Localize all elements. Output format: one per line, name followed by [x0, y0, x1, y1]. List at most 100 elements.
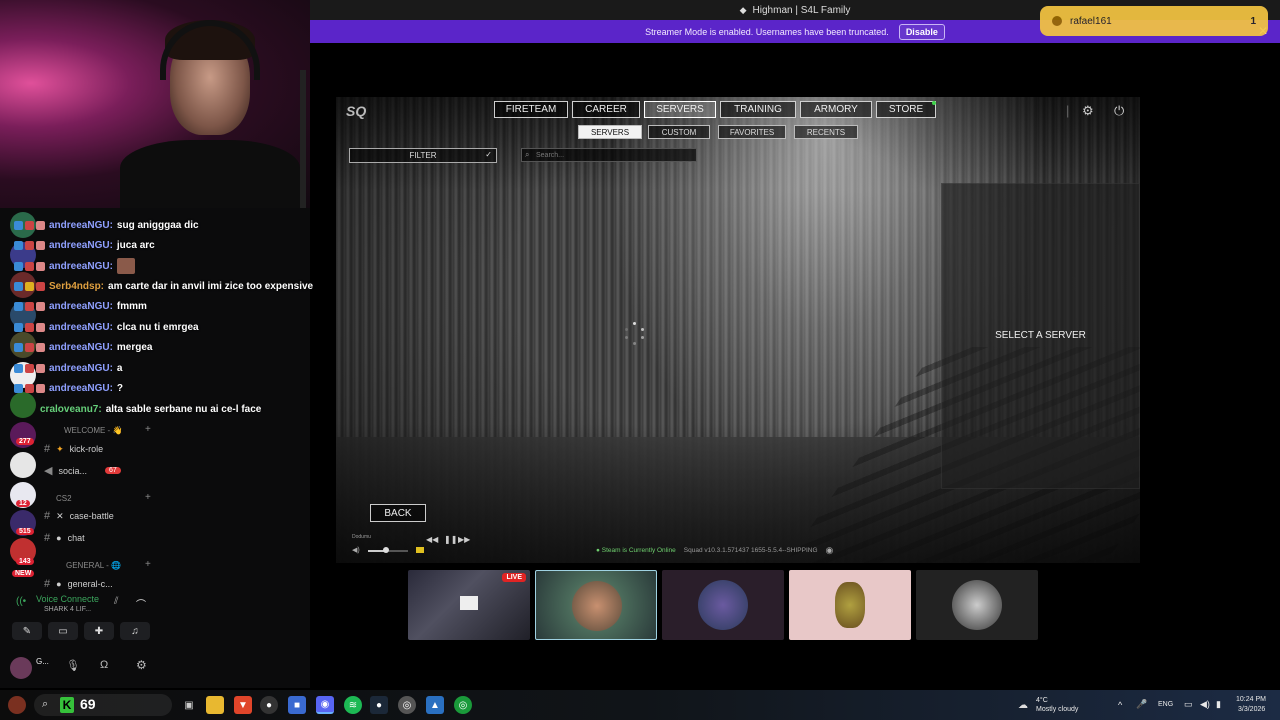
channel-general[interactable]: # ● general-c... [44, 578, 113, 590]
stream-thumbnail[interactable] [662, 570, 784, 640]
tab-training[interactable]: TRAINING [720, 101, 796, 118]
hash-icon: # [44, 510, 51, 522]
speaker-icon[interactable]: ◀) [352, 546, 360, 554]
steam-icon[interactable]: ● [370, 696, 388, 714]
channel-label: kick-role [69, 444, 104, 454]
category-cs2[interactable]: CS2 [56, 494, 72, 503]
taskbar-search[interactable]: ⌕ K 69 [34, 694, 172, 716]
file-explorer-icon[interactable] [206, 696, 224, 714]
channel-kick-role[interactable]: # ✦ kick-role [44, 443, 103, 455]
server-search-input[interactable]: ⌕ Search... [521, 148, 697, 162]
unread-badge: 67 [104, 467, 121, 474]
network-icon[interactable]: ▭ [1184, 699, 1193, 710]
settings-icon[interactable]: ⚙ [1082, 103, 1094, 119]
spotify-icon[interactable]: ≋ [344, 696, 362, 714]
chat-text: clca nu ti emrgea [116, 321, 199, 333]
channel-case-battle[interactable]: # ✕ case-battle [44, 510, 114, 522]
screen-share-button[interactable]: ▭ [48, 622, 78, 640]
channel-chat[interactable]: # ● chat [44, 532, 85, 544]
chat-username: andreeaNGU: [49, 321, 113, 333]
add-channel-icon[interactable]: + [145, 424, 151, 435]
store-icon[interactable]: ■ [288, 696, 306, 714]
soundboard-button[interactable]: ♫ [120, 622, 150, 640]
mic-icon[interactable]: 🎙 [66, 659, 80, 672]
avatar [698, 580, 748, 630]
checkmark-icon: ✓ [485, 150, 492, 159]
previous-track-icon[interactable]: ◀◀ [426, 535, 438, 544]
add-channel-icon[interactable]: + [145, 559, 151, 570]
app-icon[interactable]: ◎ [454, 696, 472, 714]
live-badge: LIVE [502, 573, 526, 582]
chat-text: sug anigggaa dic [116, 219, 199, 231]
notification-toast[interactable]: rafael161 1 [1040, 6, 1268, 36]
volume-knob[interactable] [383, 547, 389, 553]
gear-icon[interactable]: ⚙ [136, 658, 147, 672]
category-general[interactable]: GENERAL - 🌐 [66, 561, 121, 570]
headset-icon[interactable]: Ω [100, 659, 108, 671]
tab-fireteam[interactable]: FIRETEAM [494, 101, 568, 118]
obs-icon[interactable]: ● [260, 696, 278, 714]
subtab-favorites[interactable]: FAVORITES [718, 125, 786, 139]
clock-time[interactable]: 10:24 PM [1236, 696, 1266, 703]
subtab-servers[interactable]: SERVERS [578, 125, 642, 139]
search-icon: ⌕ [42, 698, 49, 710]
loading-spinner [621, 322, 645, 346]
stream-thumbnail-selected[interactable] [535, 570, 657, 640]
app-icon[interactable]: ◎ [398, 696, 416, 714]
back-button[interactable]: BACK [370, 504, 426, 522]
notification-user: rafael161 [1070, 15, 1112, 27]
power-icon[interactable]: ⏻ [1114, 103, 1124, 119]
tab-store[interactable]: STORE [876, 101, 936, 118]
eye-icon[interactable]: ◉ [826, 545, 834, 556]
chat-text: mergea [116, 341, 153, 353]
voice-channel: SHARK 4 LIF... [44, 606, 92, 613]
volume-icon[interactable]: ◀) [1200, 699, 1210, 710]
brave-icon[interactable]: ▼ [234, 696, 252, 714]
tab-servers[interactable]: SERVERS [644, 101, 716, 118]
music-indicator [416, 547, 424, 553]
game-logo: SQ [346, 103, 367, 119]
mic-icon[interactable]: 🎤 [1136, 699, 1147, 710]
weather-icon[interactable]: ☁ [1014, 696, 1032, 714]
server-icon[interactable] [10, 452, 36, 478]
start-app-icon[interactable] [8, 696, 26, 714]
activities-button[interactable]: ✚ [84, 622, 114, 640]
category-welcome[interactable]: WELCOME - 👋 [64, 426, 122, 435]
add-channel-icon[interactable]: + [145, 492, 151, 503]
chat-bubble-icon: ● [56, 579, 62, 589]
pause-icon[interactable]: ❚❚ [444, 535, 457, 544]
subtab-custom[interactable]: CUSTOM [648, 125, 710, 139]
hash-icon: # [44, 532, 51, 544]
task-view-icon[interactable]: ▣ [180, 696, 198, 714]
disconnect-icon[interactable]: ⌒ [136, 596, 146, 611]
language-indicator[interactable]: ENG [1158, 701, 1173, 708]
chat-message: cralovea​nu7: alta sable serbane nu ai c… [40, 399, 261, 419]
battery-icon[interactable]: ▮ [1216, 699, 1221, 710]
next-track-icon[interactable]: ▶▶ [458, 535, 470, 544]
counter-value: 69 [80, 696, 96, 712]
tab-armory[interactable]: ARMORY [800, 101, 872, 118]
discord-icon[interactable]: ◉ [316, 696, 334, 714]
chat-message: andreeaNGU: clca nu ti emrgea [14, 317, 199, 337]
avatar [952, 580, 1002, 630]
avatar[interactable] [10, 657, 32, 679]
filter-button[interactable]: FILTER ✓ [349, 148, 497, 163]
subtab-recents[interactable]: RECENTS [794, 125, 858, 139]
stream-thumbnail[interactable] [789, 570, 911, 640]
channel-social[interactable]: ◀ socia... 67 [44, 464, 121, 477]
stream-thumbnail[interactable]: LIVE [408, 570, 530, 640]
app-icon[interactable]: ▲ [426, 696, 444, 714]
disable-streamer-mode-button[interactable]: Disable [898, 23, 945, 40]
chat-text: juca arc [116, 239, 155, 251]
divider: | [1066, 103, 1070, 118]
chat-username: andreeaNGU: [49, 341, 113, 353]
camera-button[interactable]: ✎ [12, 622, 42, 640]
chat-username: andreeaNGU: [49, 382, 113, 394]
weather-desc: Mostly cloudy [1036, 706, 1079, 713]
tab-career[interactable]: CAREER [572, 101, 640, 118]
chevron-up-icon[interactable]: ^ [1118, 700, 1122, 710]
noise-suppression-icon[interactable]: ⫽ [114, 596, 118, 607]
stream-thumbnail[interactable] [916, 570, 1038, 640]
unread-badge: 277 [16, 438, 34, 445]
clock-date[interactable]: 3/3/2026 [1238, 706, 1265, 713]
